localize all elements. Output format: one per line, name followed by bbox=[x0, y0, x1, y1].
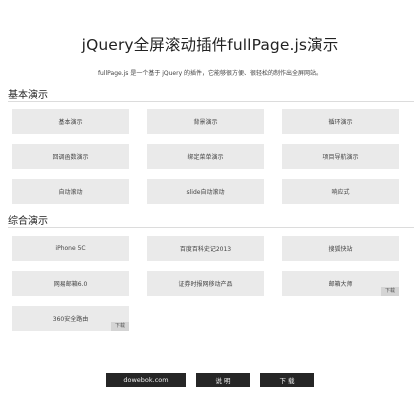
demo-link-mail-master[interactable]: 邮箱大师 下载 bbox=[282, 271, 399, 296]
demo-link-menu[interactable]: 绑定菜单演示 bbox=[147, 144, 264, 169]
demo-link-responsive[interactable]: 响应式 bbox=[282, 179, 399, 204]
demo-link-label: 项目导航演示 bbox=[322, 154, 359, 161]
demo-link-background[interactable]: 背景演示 bbox=[147, 109, 264, 134]
download-tag[interactable]: 下载 bbox=[110, 322, 129, 331]
demo-link-iphone-5c[interactable]: iPhone 5C bbox=[12, 236, 129, 261]
demo-link-label: iPhone 5C bbox=[55, 245, 86, 252]
demo-link-autoscroll[interactable]: 自动滚动 bbox=[12, 179, 129, 204]
demo-link-label: 循环演示 bbox=[328, 119, 353, 126]
instructions-button[interactable]: 说 明 bbox=[196, 373, 250, 387]
page-title: jQuery全屏滚动插件fullPage.js演示 bbox=[81, 36, 339, 54]
demo-link-label: 回调函数演示 bbox=[52, 154, 89, 161]
demo-link-label: 搜狐快站 bbox=[328, 246, 353, 253]
demo-link-basic[interactable]: 基本演示 bbox=[12, 109, 129, 134]
demo-link-label: 邮箱大师 bbox=[328, 281, 353, 288]
page-subtitle: fullPage.js 是一个基于 jQuery 的插件，它能够很方便、很轻松的… bbox=[97, 70, 323, 77]
demo-link-label: slide自动滚动 bbox=[186, 189, 225, 196]
demo-link-label: 背景演示 bbox=[193, 119, 218, 126]
download-button[interactable]: 下 载 bbox=[260, 373, 314, 387]
section-title-composite: 综合演示 bbox=[8, 212, 414, 228]
demo-link-callbacks[interactable]: 回调函数演示 bbox=[12, 144, 129, 169]
download-tag[interactable]: 下载 bbox=[380, 287, 399, 296]
demo-link-label: 证券时报网移动产品 bbox=[178, 281, 233, 288]
basic-demo-grid: 基本演示 背景演示 循环演示 回调函数演示 绑定菜单演示 项目导航演示 自动滚动… bbox=[12, 109, 402, 204]
demo-link-sohu-kuaizhan[interactable]: 搜狐快站 bbox=[282, 236, 399, 261]
dowebok-link-button[interactable]: dowebok.com bbox=[106, 373, 186, 387]
demo-link-stcn-mobile[interactable]: 证券时报网移动产品 bbox=[147, 271, 264, 296]
demo-link-label: 基本演示 bbox=[58, 119, 83, 126]
demo-link-label: 360安全路由 bbox=[52, 316, 89, 323]
demo-link-label: 百度百科史记2013 bbox=[179, 246, 232, 253]
footer-button-bar: dowebok.com 说 明 下 载 bbox=[0, 373, 420, 387]
demo-link-label: 绑定菜单演示 bbox=[187, 154, 224, 161]
demo-link-netease-mail[interactable]: 网易邮箱6.0 bbox=[12, 271, 129, 296]
demo-link-label: 响应式 bbox=[331, 189, 350, 196]
demo-link-slide-autoscroll[interactable]: slide自动滚动 bbox=[147, 179, 264, 204]
demo-link-label: 网易邮箱6.0 bbox=[53, 281, 88, 288]
composite-demo-grid: iPhone 5C 百度百科史记2013 搜狐快站 网易邮箱6.0 证券时报网移… bbox=[12, 236, 402, 331]
demo-link-loop[interactable]: 循环演示 bbox=[282, 109, 399, 134]
demo-link-baidu-baike[interactable]: 百度百科史记2013 bbox=[147, 236, 264, 261]
demo-link-navigation[interactable]: 项目导航演示 bbox=[282, 144, 399, 169]
section-title-basic: 基本演示 bbox=[8, 86, 414, 102]
demo-link-label: 自动滚动 bbox=[58, 189, 83, 196]
demo-link-360-router[interactable]: 360安全路由 下载 bbox=[12, 306, 129, 331]
